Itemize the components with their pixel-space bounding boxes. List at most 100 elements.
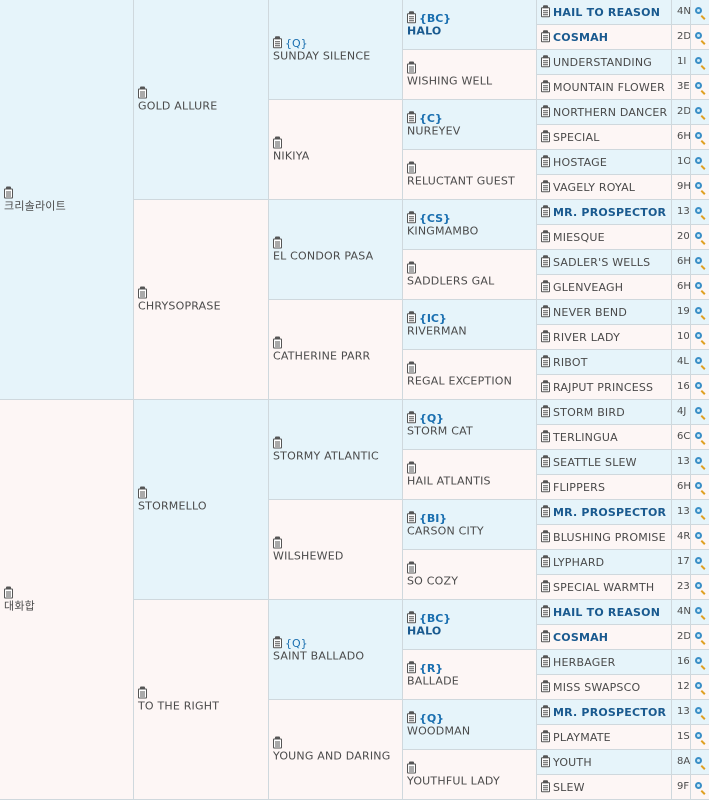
clipboard-icon[interactable]	[273, 436, 282, 448]
clipboard-icon[interactable]	[541, 30, 550, 43]
clipboard-icon[interactable]	[407, 410, 416, 423]
clipboard-icon[interactable]	[273, 136, 282, 148]
search-button[interactable]	[691, 75, 709, 100]
clipboard-icon[interactable]	[407, 110, 416, 123]
horse-name[interactable]: WOODMAN	[407, 724, 534, 738]
horse-name[interactable]: STORMY ATLANTIC	[273, 449, 400, 463]
horse-name[interactable]: SADDLERS GAL	[407, 274, 534, 288]
horse-name[interactable]: MR. PROSPECTOR	[553, 706, 666, 719]
horse-name[interactable]: MIESQUE	[553, 231, 605, 244]
clipboard-icon[interactable]	[273, 736, 282, 748]
clipboard-icon[interactable]	[541, 530, 550, 543]
clipboard-icon[interactable]	[407, 261, 416, 273]
clipboard-icon[interactable]	[407, 161, 416, 173]
horse-name[interactable]: VAGELY ROYAL	[553, 181, 635, 194]
clipboard-icon[interactable]	[541, 730, 550, 743]
horse-name[interactable]: TERLINGUA	[553, 431, 618, 444]
horse-name[interactable]: RIBOT	[553, 356, 588, 369]
clipboard-icon[interactable]	[541, 180, 550, 193]
search-button[interactable]	[691, 200, 709, 225]
search-button[interactable]	[691, 500, 709, 525]
horse-name[interactable]: SEATTLE SLEW	[553, 456, 637, 469]
horse-name[interactable]: BLUSHING PROMISE	[553, 531, 666, 544]
horse-name[interactable]: STORM BIRD	[553, 406, 625, 419]
search-button[interactable]	[691, 250, 709, 275]
search-button[interactable]	[691, 750, 709, 775]
clipboard-icon[interactable]	[541, 80, 550, 93]
horse-name[interactable]: RIVER LADY	[553, 331, 620, 344]
clipboard-icon[interactable]	[541, 130, 550, 143]
horse-name[interactable]: NORTHERN DANCER	[553, 106, 667, 119]
horse-name[interactable]: HAIL ATLANTIS	[407, 474, 534, 488]
search-button[interactable]	[691, 275, 709, 300]
horse-name[interactable]: MISS SWAPSCO	[553, 681, 640, 694]
horse-name[interactable]: STORMELLO	[138, 499, 266, 513]
horse-name[interactable]: RAJPUT PRINCESS	[553, 381, 653, 394]
clipboard-icon[interactable]	[273, 536, 282, 548]
search-button[interactable]	[691, 600, 709, 625]
clipboard-icon[interactable]	[541, 580, 550, 593]
clipboard-icon[interactable]	[541, 555, 550, 568]
horse-name[interactable]: LYPHARD	[553, 556, 604, 569]
search-button[interactable]	[691, 375, 709, 400]
search-button[interactable]	[691, 525, 709, 550]
clipboard-icon[interactable]	[4, 186, 13, 198]
horse-name[interactable]: FLIPPERS	[553, 481, 605, 494]
search-button[interactable]	[691, 175, 709, 200]
horse-name[interactable]: SAINT BALLADO	[273, 649, 400, 663]
horse-name[interactable]: CHRYSOPRASE	[138, 299, 266, 313]
clipboard-icon[interactable]	[541, 405, 550, 418]
clipboard-icon[interactable]	[138, 86, 147, 98]
search-button[interactable]	[691, 625, 709, 650]
clipboard-icon[interactable]	[541, 505, 550, 518]
horse-name[interactable]: STORM CAT	[407, 424, 534, 438]
horse-name[interactable]: SLEW	[553, 781, 585, 794]
horse-name[interactable]: MR. PROSPECTOR	[553, 206, 666, 219]
clipboard-icon[interactable]	[541, 280, 550, 293]
horse-name[interactable]: COSMAH	[553, 631, 608, 644]
horse-name[interactable]: SPECIAL	[553, 131, 600, 144]
clipboard-icon[interactable]	[407, 461, 416, 473]
horse-name[interactable]: HALO	[407, 24, 534, 38]
search-button[interactable]	[691, 425, 709, 450]
search-button[interactable]	[691, 325, 709, 350]
horse-name[interactable]: HOSTAGE	[553, 156, 607, 169]
search-button[interactable]	[691, 25, 709, 50]
clipboard-icon[interactable]	[541, 5, 550, 18]
horse-name[interactable]: NUREYEV	[407, 124, 534, 138]
horse-name[interactable]: HERBAGER	[553, 656, 615, 669]
horse-name[interactable]: NIKIYA	[273, 149, 400, 163]
horse-name[interactable]: PLAYMATE	[553, 731, 611, 744]
clipboard-icon[interactable]	[541, 480, 550, 493]
clipboard-icon[interactable]	[541, 380, 550, 393]
horse-name[interactable]: GOLD ALLURE	[138, 99, 266, 113]
horse-name[interactable]: MR. PROSPECTOR	[553, 506, 666, 519]
clipboard-icon[interactable]	[541, 155, 550, 168]
clipboard-icon[interactable]	[541, 630, 550, 643]
clipboard-icon[interactable]	[407, 10, 416, 23]
clipboard-icon[interactable]	[541, 355, 550, 368]
horse-name[interactable]: HAIL TO REASON	[553, 606, 660, 619]
search-button[interactable]	[691, 350, 709, 375]
clipboard-icon[interactable]	[273, 35, 282, 48]
search-button[interactable]	[691, 725, 709, 750]
horse-name[interactable]: GLENVEAGH	[553, 281, 623, 294]
search-button[interactable]	[691, 300, 709, 325]
clipboard-icon[interactable]	[541, 330, 550, 343]
horse-name[interactable]: YOUTHFUL LADY	[407, 774, 534, 788]
horse-name[interactable]: TO THE RIGHT	[138, 699, 266, 713]
horse-name[interactable]: 대화합	[4, 599, 131, 613]
search-button[interactable]	[691, 400, 709, 425]
clipboard-icon[interactable]	[541, 455, 550, 468]
horse-name[interactable]: RIVERMAN	[407, 324, 534, 338]
horse-name[interactable]: EL CONDOR PASA	[273, 249, 400, 263]
clipboard-icon[interactable]	[407, 510, 416, 523]
clipboard-icon[interactable]	[407, 710, 416, 723]
clipboard-icon[interactable]	[407, 660, 416, 673]
clipboard-icon[interactable]	[4, 586, 13, 598]
clipboard-icon[interactable]	[138, 686, 147, 698]
search-button[interactable]	[691, 50, 709, 75]
horse-name[interactable]: SO COZY	[407, 574, 534, 588]
horse-name[interactable]: CARSON CITY	[407, 524, 534, 538]
search-button[interactable]	[691, 675, 709, 700]
